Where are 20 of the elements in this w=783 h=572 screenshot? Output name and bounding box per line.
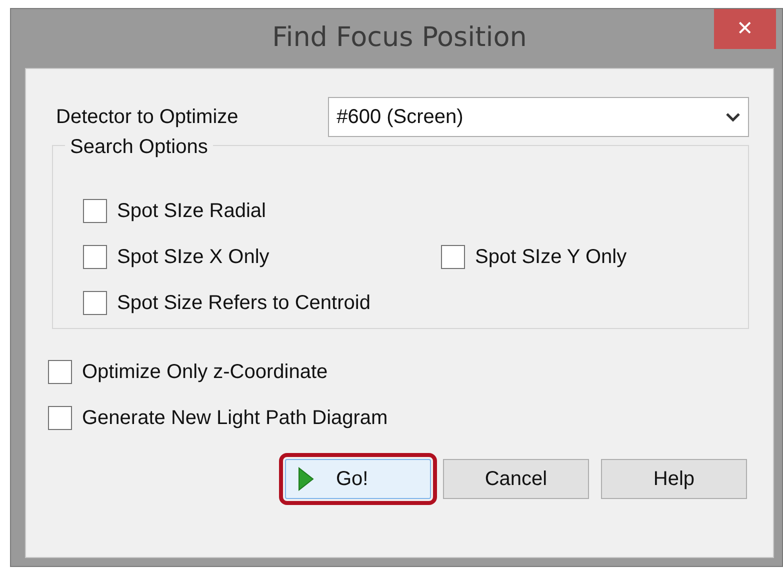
checkbox-label[interactable]: Spot SIze Y Only (475, 242, 627, 272)
chevron-icon (726, 112, 740, 122)
checkbox-label[interactable]: Generate New Light Path Diagram (82, 403, 388, 433)
checkbox[interactable] (48, 406, 72, 430)
checkbox[interactable] (441, 245, 465, 269)
play-icon (298, 467, 314, 491)
detector-label: Detector to Optimize (56, 105, 240, 130)
window-title: Find Focus Position (272, 21, 527, 56)
checkbox[interactable] (83, 199, 107, 223)
checkbox-label[interactable]: Spot SIze X Only (117, 242, 270, 272)
checkbox-label[interactable]: Optimize Only z-Coordinate (82, 357, 328, 387)
checkbox[interactable] (48, 360, 72, 384)
checkbox-label[interactable]: Spot SIze Radial (117, 196, 266, 226)
dialog-button[interactable]: Help (601, 459, 747, 499)
checkbox[interactable] (83, 291, 107, 315)
close-button[interactable]: ✕ (714, 9, 776, 49)
detector-dropdown[interactable]: #600 (Screen) (328, 97, 749, 137)
checkbox[interactable] (83, 245, 107, 269)
dialog-button[interactable]: Cancel (443, 459, 589, 499)
checkbox-label[interactable]: Spot Size Refers to Centroid (117, 288, 370, 318)
